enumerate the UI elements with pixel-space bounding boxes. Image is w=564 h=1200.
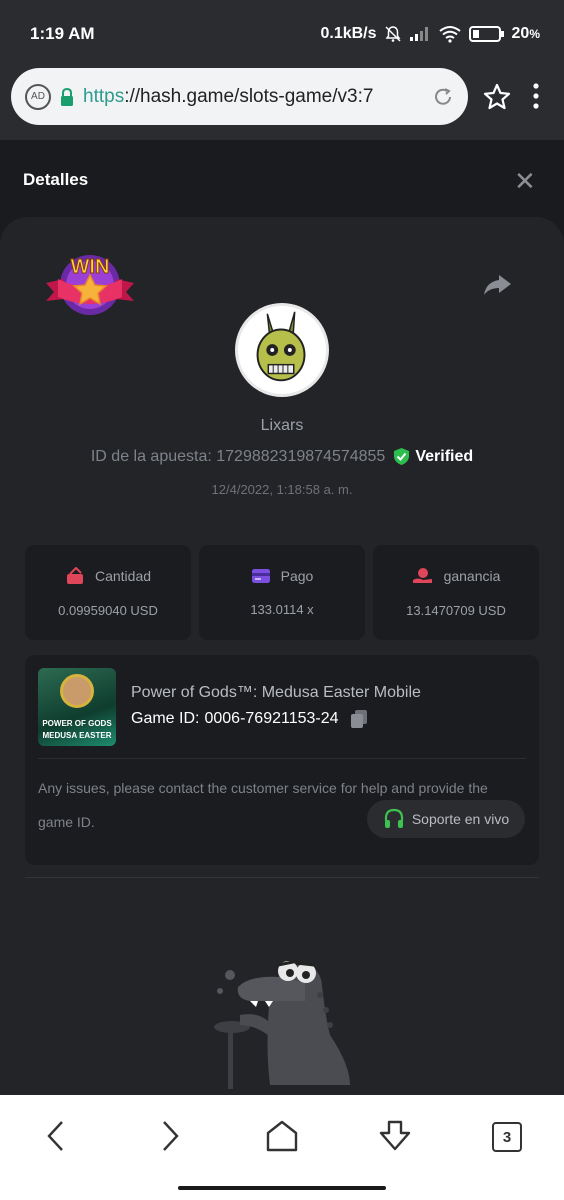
reload-icon[interactable] bbox=[432, 86, 454, 108]
network-speed: 0.1kB/s bbox=[320, 25, 377, 42]
adblock-icon[interactable]: AD bbox=[25, 83, 51, 110]
verified-badge: Verified bbox=[393, 447, 473, 466]
verified-shield-icon bbox=[394, 448, 410, 465]
stat-amount-value: 0.09959040 USD bbox=[58, 603, 158, 618]
username: Lixars bbox=[260, 417, 304, 434]
game-thumbnail[interactable]: POWER OF GODS MEDUSA EASTER bbox=[38, 668, 116, 746]
browser-bottom-nav: 3 bbox=[0, 1095, 564, 1200]
dialog-title: Detalles bbox=[23, 170, 89, 189]
profit-hand-icon bbox=[412, 568, 432, 583]
address-bar[interactable]: AD https://hash.game/slots-game/v3:7 bbox=[11, 68, 468, 125]
stat-amount: Cantidad 0.09959040 USD bbox=[25, 545, 191, 640]
divider bbox=[38, 758, 526, 759]
signal-icon bbox=[409, 27, 428, 41]
gesture-bar bbox=[178, 1186, 386, 1190]
wifi-icon bbox=[438, 26, 461, 43]
bet-amount-icon bbox=[66, 567, 83, 584]
overflow-menu-icon[interactable] bbox=[526, 80, 546, 112]
stat-profit-label: ganancia bbox=[443, 568, 501, 584]
stat-payout-label: Pago bbox=[280, 568, 314, 584]
live-support-button[interactable]: Soporte en vivo bbox=[367, 800, 525, 838]
page-content: Detalles ✕ WIN Lixars ID de la apuesta: … bbox=[0, 140, 564, 1095]
share-icon[interactable] bbox=[482, 273, 512, 297]
avatar bbox=[235, 303, 329, 397]
game-id-row: Game ID: 0006-76921153-24 bbox=[131, 709, 369, 729]
payout-card-icon bbox=[251, 569, 270, 583]
battery-percent: 20% bbox=[511, 25, 540, 42]
url-text[interactable]: https://hash.game/slots-game/v3:7 bbox=[83, 86, 424, 108]
section-divider bbox=[25, 877, 539, 878]
stat-amount-label: Cantidad bbox=[94, 568, 152, 584]
tabs-counter-button[interactable]: 3 bbox=[492, 1122, 522, 1152]
stat-profit: ganancia 13.1470709 USD bbox=[373, 545, 539, 640]
close-icon[interactable]: ✕ bbox=[514, 168, 536, 194]
bet-stats: Cantidad 0.09959040 USD Pago 133.0114 x … bbox=[25, 545, 539, 640]
notice-line-2: game ID. bbox=[38, 814, 95, 830]
bookmark-star-icon[interactable] bbox=[482, 82, 512, 112]
notice-line-1: Any issues, please contact the customer … bbox=[38, 780, 488, 796]
live-support-label: Soporte en vivo bbox=[411, 811, 510, 827]
mute-bell-icon bbox=[385, 26, 401, 42]
game-name[interactable]: Power of Gods™: Medusa Easter Mobile bbox=[131, 684, 421, 702]
copy-icon[interactable] bbox=[349, 709, 369, 729]
crocodile-mascot-icon bbox=[214, 959, 350, 1089]
browser-toolbar: AD https://hash.game/slots-game/v3:7 bbox=[0, 58, 564, 140]
game-id-label: Game ID: bbox=[131, 710, 200, 727]
stat-payout-value: 133.0114 x bbox=[250, 602, 314, 617]
win-badge-icon: WIN bbox=[46, 255, 134, 315]
bet-details-card: WIN Lixars ID de la apuesta: 17298823198… bbox=[0, 217, 564, 1095]
headset-icon bbox=[384, 808, 403, 828]
back-icon[interactable] bbox=[44, 1119, 68, 1153]
lock-icon[interactable] bbox=[59, 87, 75, 107]
status-time: 1:19 AM bbox=[30, 24, 95, 43]
forward-icon[interactable] bbox=[158, 1119, 182, 1153]
stat-profit-value: 13.1470709 USD bbox=[406, 603, 506, 618]
bet-id-row: ID de la apuesta: 1729882319874574855 Ve… bbox=[0, 447, 564, 466]
avatar-image bbox=[256, 311, 306, 382]
thumb-title-2: MEDUSA EASTER bbox=[42, 731, 112, 740]
home-icon[interactable] bbox=[265, 1119, 299, 1153]
download-icon[interactable] bbox=[377, 1119, 413, 1153]
game-id-value: 0006-76921153-24 bbox=[204, 710, 339, 727]
game-info-box: POWER OF GODS MEDUSA EASTER Power of God… bbox=[25, 655, 539, 865]
thumb-title-1: POWER OF GODS bbox=[42, 719, 112, 728]
bet-date: 12/4/2022, 1:18:58 a. m. bbox=[211, 482, 353, 497]
battery-icon bbox=[468, 26, 504, 42]
status-icons: 0.1kB/s 20% bbox=[320, 25, 540, 43]
stat-payout: Pago 133.0114 x bbox=[199, 545, 365, 640]
svg-text:WIN: WIN bbox=[71, 256, 110, 278]
bet-id: ID de la apuesta: 1729882319874574855 bbox=[90, 447, 386, 465]
medusa-face-icon bbox=[60, 674, 94, 708]
